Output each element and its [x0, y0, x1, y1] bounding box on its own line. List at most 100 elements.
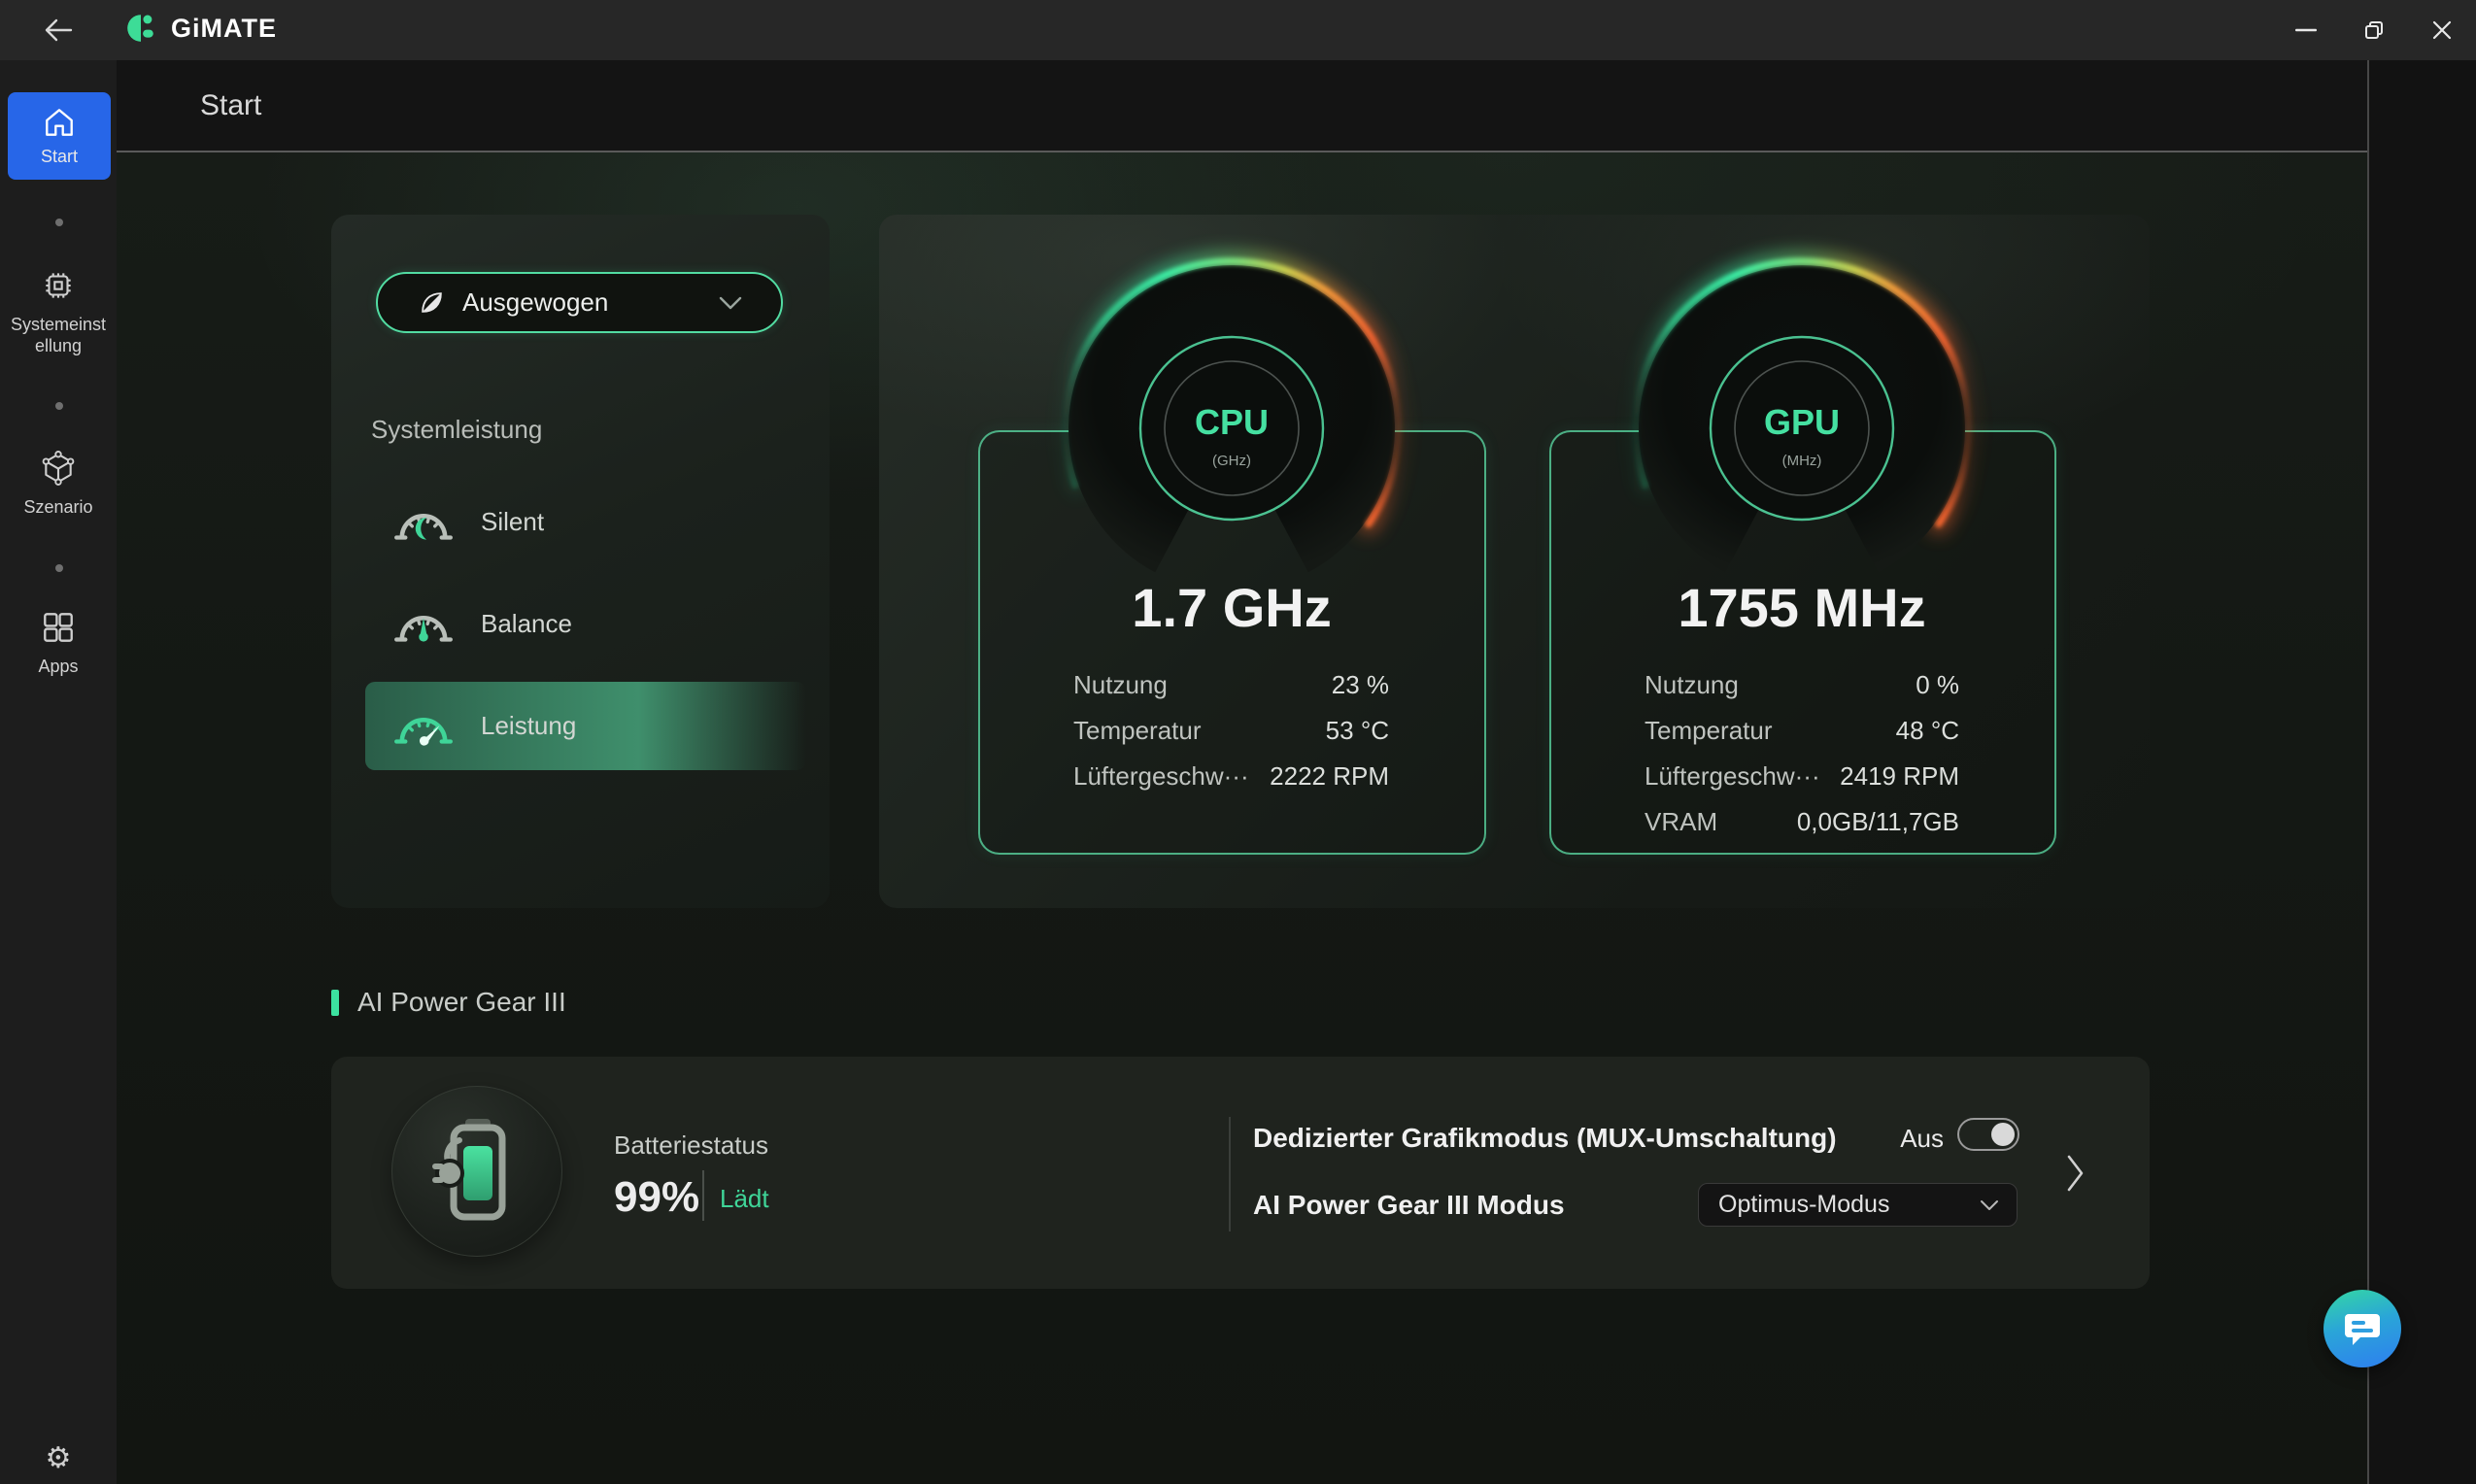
window-controls [2272, 0, 2476, 60]
nav-dot [55, 402, 63, 410]
stat-value: 2419 RPM [1840, 761, 1959, 792]
sidebar: Start Systemeinstellung Szenario [0, 60, 117, 1484]
arrow-left-icon [43, 17, 74, 43]
main-content: Ausgewogen Systemleistung Silent [117, 152, 2367, 1484]
cpu-stat-row: Lüftergeschw··· 2222 RPM [1073, 754, 1389, 799]
cpu-stats: Nutzung 23 % Temperatur 53 °C Lüftergeschw… [1073, 662, 1389, 799]
app-window: GiMATE Start Systemeinstel [0, 0, 2476, 1484]
ai-power-gear-card: Batteriestatus 99% Lädt Dedizierter Graf… [331, 1057, 2150, 1289]
mux-toggle[interactable] [1957, 1118, 2019, 1151]
restore-button[interactable] [2340, 0, 2408, 60]
battery-charging-state: Lädt [720, 1184, 769, 1214]
battery-badge [391, 1086, 562, 1257]
sidebar-item-label: Szenario [7, 496, 110, 518]
chip-icon [40, 267, 77, 304]
stat-value: 48 °C [1896, 716, 1959, 746]
battery-status-label: Batteriestatus [614, 1130, 768, 1161]
gauge-moon-icon [393, 500, 454, 545]
sidebar-item-label: Start [41, 147, 78, 167]
chevron-down-icon [1980, 1199, 1999, 1211]
battery-percent: 99% [614, 1173, 699, 1222]
settings-button[interactable]: ⚙ [0, 1432, 117, 1484]
chat-button[interactable] [2323, 1290, 2401, 1367]
stat-label: Temperatur [1073, 716, 1202, 746]
battery-charging-icon [430, 1115, 524, 1228]
gear-mode-label: AI Power Gear III Modus [1253, 1190, 1565, 1221]
sidebar-item-start[interactable]: Start [8, 92, 111, 180]
page-title: Start [200, 89, 261, 122]
gauge-speed-icon [393, 704, 454, 749]
sidebar-item-apps[interactable]: Apps [0, 609, 117, 677]
stat-label: Lüftergeschw··· [1645, 761, 1820, 792]
cpu-frequency-value: 1.7 GHz [1037, 576, 1426, 639]
stat-value: 0,0GB/11,7GB [1797, 807, 1959, 837]
power-profile-dropdown[interactable]: Ausgewogen [376, 272, 783, 333]
app-title: GiMATE [171, 14, 277, 44]
close-icon [2432, 20, 2452, 40]
gpu-stats: Nutzung 0 % Temperatur 48 °C Lüftergeschw·… [1645, 662, 1959, 845]
performance-panel: Ausgewogen Systemleistung Silent [331, 215, 830, 908]
app-logo: GiMATE [124, 12, 277, 45]
accent-bar [331, 990, 339, 1016]
mode-balance[interactable]: Balance [365, 580, 806, 668]
section-title-text: AI Power Gear III [357, 987, 566, 1018]
gpu-gauge-label: GPU [1764, 402, 1840, 442]
stat-value: 23 % [1332, 670, 1389, 700]
stat-value: 2222 RPM [1270, 761, 1389, 792]
gpu-stat-row: Temperatur 48 °C [1645, 708, 1959, 754]
gpu-frequency-value: 1755 MHz [1608, 576, 1996, 639]
cube-icon [40, 450, 77, 487]
cpu-gauge-unit: (GHz) [1212, 453, 1251, 469]
gpu-gauge: GPU (MHz) [1608, 234, 1996, 623]
stat-value: 53 °C [1326, 716, 1389, 746]
gear-mode-value: Optimus-Modus [1718, 1191, 1889, 1219]
mode-silent[interactable]: Silent [365, 478, 806, 566]
title-bar: GiMATE [0, 0, 2476, 60]
sidebar-item-szenario[interactable]: Szenario [0, 450, 117, 518]
sidebar-item-label: Systemeinstellung [7, 314, 110, 356]
gauge-needle-icon [393, 602, 454, 647]
mode-label: Silent [481, 507, 544, 537]
stat-label: Temperatur [1645, 716, 1773, 746]
gear-mode-dropdown[interactable]: Optimus-Modus [1698, 1183, 2018, 1227]
stat-label: Nutzung [1073, 670, 1168, 700]
mode-label: Balance [481, 609, 572, 639]
gear-icon: ⚙ [46, 1441, 72, 1475]
systemleistung-heading: Systemleistung [371, 415, 542, 445]
minimize-button[interactable] [2272, 0, 2340, 60]
gpu-gauge-unit: (MHz) [1782, 453, 1822, 469]
sidebar-item-systemeinstellung[interactable]: Systemeinstellung [0, 267, 117, 356]
minimize-icon [2295, 28, 2317, 32]
right-margin [2369, 60, 2476, 1484]
mux-switch-label: Dedizierter Grafikmodus (MUX-Umschaltung… [1253, 1123, 1837, 1154]
leaf-icon [419, 289, 445, 316]
gpu-stat-row: VRAM 0,0GB/11,7GB [1645, 799, 1959, 845]
gimate-logo-icon [124, 12, 157, 45]
apps-grid-icon [40, 609, 77, 646]
stat-value: 0 % [1916, 670, 1959, 700]
nav-dot [55, 219, 63, 226]
monitor-card: CPU (GHz) GPU (MHz) 1.7 GHz 1755 MHz Nut… [879, 215, 2150, 908]
power-profile-value: Ausgewogen [462, 287, 608, 318]
stat-label: VRAM [1645, 807, 1717, 837]
stat-label: Nutzung [1645, 670, 1739, 700]
mux-state-label: Aus [1866, 1124, 1944, 1154]
close-button[interactable] [2408, 0, 2476, 60]
back-button[interactable] [35, 11, 82, 50]
cpu-gauge-label: CPU [1195, 402, 1269, 442]
toggle-knob [1991, 1123, 2015, 1146]
mode-leistung-selected[interactable]: Leistung [365, 682, 806, 770]
home-icon [42, 106, 77, 139]
chat-bubble-icon [2343, 1310, 2382, 1347]
restore-icon [2365, 21, 2383, 39]
stat-label: Lüftergeschw··· [1073, 761, 1249, 792]
page-header: Start [117, 60, 2367, 152]
gpu-stat-row: Nutzung 0 % [1645, 662, 1959, 708]
ai-power-gear-heading: AI Power Gear III [331, 987, 566, 1018]
battery-divider [702, 1170, 704, 1221]
chevron-down-icon [719, 296, 742, 310]
gpu-stat-row: Lüftergeschw··· 2419 RPM [1645, 754, 1959, 799]
cpu-gauge: CPU (GHz) [1037, 234, 1426, 623]
expand-chevron-icon[interactable] [2066, 1154, 2086, 1193]
nav-dot [55, 564, 63, 572]
